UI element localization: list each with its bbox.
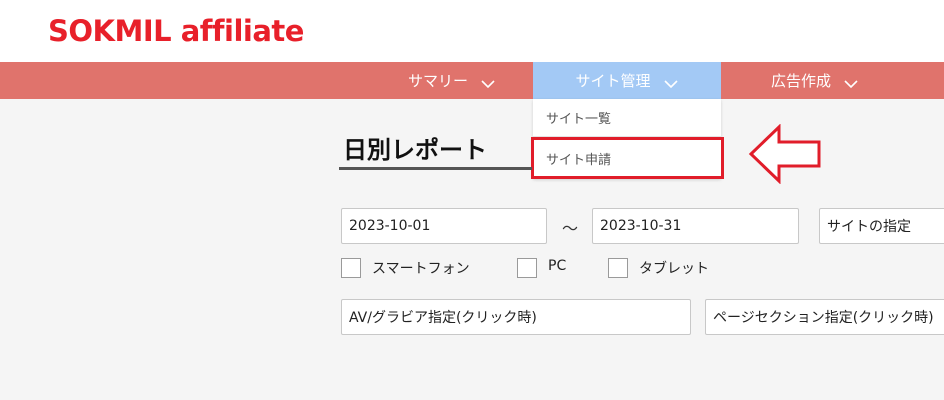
dropdown-item-site-list[interactable]: サイト一覧 bbox=[533, 99, 721, 137]
nav-item-label: サマリー bbox=[407, 72, 468, 90]
tablet-checkbox[interactable] bbox=[608, 258, 628, 278]
left-arrow-icon bbox=[748, 124, 821, 184]
date-range-separator: ～ bbox=[562, 219, 579, 238]
chevron-down-icon bbox=[663, 79, 679, 89]
nav-item-label: サイト管理 bbox=[575, 72, 651, 90]
chevron-down-icon bbox=[843, 79, 859, 89]
end-date-input[interactable]: 2023-10-31 bbox=[592, 208, 799, 244]
nav-item-summary[interactable]: サマリー bbox=[372, 62, 532, 99]
start-date-input[interactable]: 2023-10-01 bbox=[341, 208, 547, 244]
nav-item-label: 広告作成 bbox=[770, 72, 831, 90]
logo[interactable]: SOKMIL affiliate bbox=[48, 14, 304, 48]
smartphone-label: スマートフォン bbox=[372, 261, 470, 277]
main-nav: サマリー サイト管理 広告作成 bbox=[0, 62, 944, 99]
header: SOKMIL affiliate bbox=[0, 0, 944, 62]
dropdown-item-site-application[interactable]: サイト申請 bbox=[533, 139, 721, 177]
smartphone-checkbox[interactable] bbox=[341, 258, 361, 278]
chevron-down-icon bbox=[480, 79, 496, 89]
title-underline bbox=[339, 167, 532, 170]
tablet-label: タブレット bbox=[639, 261, 709, 277]
nav-item-site-management[interactable]: サイト管理 bbox=[533, 62, 721, 99]
page-section-select[interactable]: ページセクション指定(クリック時) bbox=[705, 299, 944, 335]
pc-checkbox[interactable] bbox=[517, 258, 537, 278]
av-gravure-select[interactable]: AV/グラビア指定(クリック時) bbox=[341, 299, 691, 335]
nav-item-ad-creation[interactable]: 広告作成 bbox=[735, 62, 895, 99]
pc-label: PC bbox=[548, 258, 567, 274]
site-management-dropdown: サイト一覧 サイト申請 bbox=[533, 99, 721, 179]
page-title: 日別レポート bbox=[343, 136, 487, 164]
site-select[interactable]: サイトの指定 bbox=[819, 208, 944, 244]
